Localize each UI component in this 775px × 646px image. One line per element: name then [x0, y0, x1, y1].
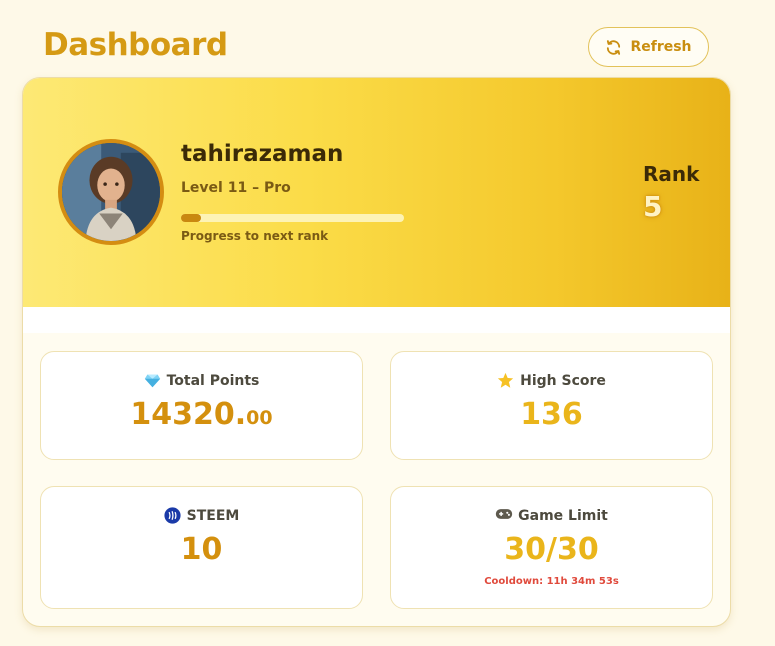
page-title: Dashboard — [43, 27, 228, 63]
refresh-label: Refresh — [630, 39, 692, 55]
progress-label: Progress to next rank — [181, 229, 329, 243]
steem-icon — [164, 507, 181, 524]
profile-banner: tahirazaman Level 11 – Pro Progress to n… — [23, 78, 730, 307]
refresh-icon — [605, 39, 622, 56]
gem-icon — [144, 372, 161, 389]
cooldown-timer: Cooldown: 11h 34m 53s — [484, 576, 619, 587]
username: tahirazaman — [181, 141, 344, 167]
high-score-label: High Score — [520, 372, 606, 389]
steem-card: STEEM 10 — [40, 486, 363, 609]
rank-progress-bar — [181, 214, 404, 222]
game-limit-card: Game Limit 30/30 Cooldown: 11h 34m 53s — [390, 486, 713, 609]
refresh-button[interactable]: Refresh — [588, 27, 709, 67]
rank-label: Rank — [643, 162, 700, 186]
game-limit-value: 30/30 — [504, 532, 599, 567]
game-limit-label: Game Limit — [518, 507, 608, 524]
rank-value: 5 — [643, 190, 663, 223]
dashboard-card: tahirazaman Level 11 – Pro Progress to n… — [22, 77, 731, 627]
banner-divider — [23, 307, 730, 333]
high-score-value: 136 — [520, 397, 583, 432]
total-points-value: 14320.00 — [130, 397, 273, 432]
total-points-card: Total Points 14320.00 — [40, 351, 363, 460]
steem-value: 10 — [180, 532, 223, 567]
star-icon — [497, 372, 514, 389]
gamepad-icon — [495, 507, 513, 524]
steem-label: STEEM — [186, 507, 240, 524]
total-points-label: Total Points — [166, 372, 260, 389]
high-score-card: High Score 136 — [390, 351, 713, 460]
level-text: Level 11 – Pro — [181, 180, 291, 196]
rank-progress-fill — [181, 214, 202, 222]
avatar[interactable] — [58, 139, 164, 245]
